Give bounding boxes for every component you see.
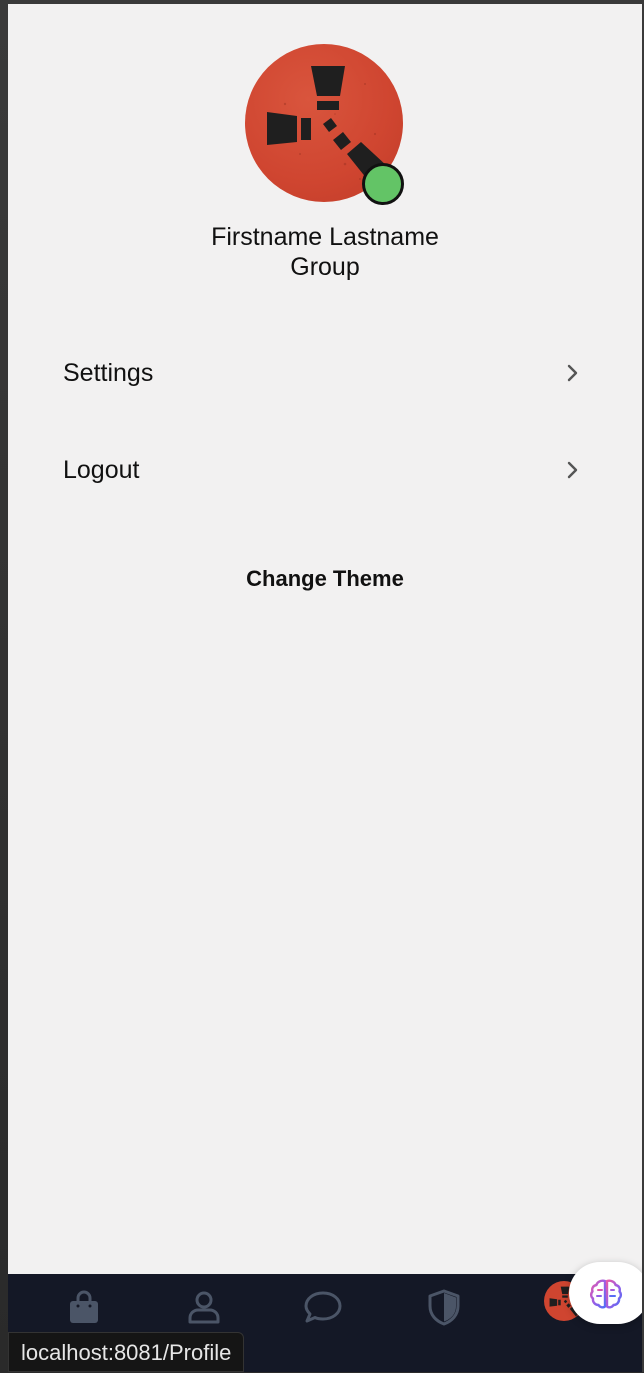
online-status-indicator bbox=[362, 163, 404, 205]
window-left-edge bbox=[0, 0, 8, 1372]
chevron-right-icon bbox=[567, 364, 578, 382]
shield-icon bbox=[428, 1289, 460, 1326]
settings-menu-item[interactable]: Settings bbox=[63, 348, 583, 398]
profile-name: Firstname Lastname bbox=[211, 223, 439, 251]
tab-people[interactable] bbox=[179, 1282, 229, 1332]
logout-menu-item[interactable]: Logout bbox=[63, 445, 583, 495]
tab-security[interactable] bbox=[419, 1282, 469, 1332]
settings-label: Settings bbox=[63, 358, 154, 387]
chat-bubble-icon bbox=[304, 1291, 342, 1323]
assistant-button[interactable] bbox=[569, 1262, 644, 1324]
tab-shop[interactable] bbox=[59, 1282, 109, 1332]
shopping-bag-icon bbox=[70, 1290, 98, 1323]
profile-screen: Firstname Lastname Group Settings Logout… bbox=[8, 4, 642, 1372]
profile-group: Group bbox=[290, 253, 360, 281]
status-bar-url: localhost:8081/Profile bbox=[8, 1332, 245, 1372]
tab-chat[interactable] bbox=[298, 1282, 348, 1332]
brain-icon bbox=[589, 1279, 623, 1309]
change-theme-button[interactable]: Change Theme bbox=[8, 566, 642, 592]
user-icon bbox=[188, 1291, 220, 1324]
logout-label: Logout bbox=[63, 455, 140, 484]
chevron-right-icon bbox=[567, 461, 578, 479]
